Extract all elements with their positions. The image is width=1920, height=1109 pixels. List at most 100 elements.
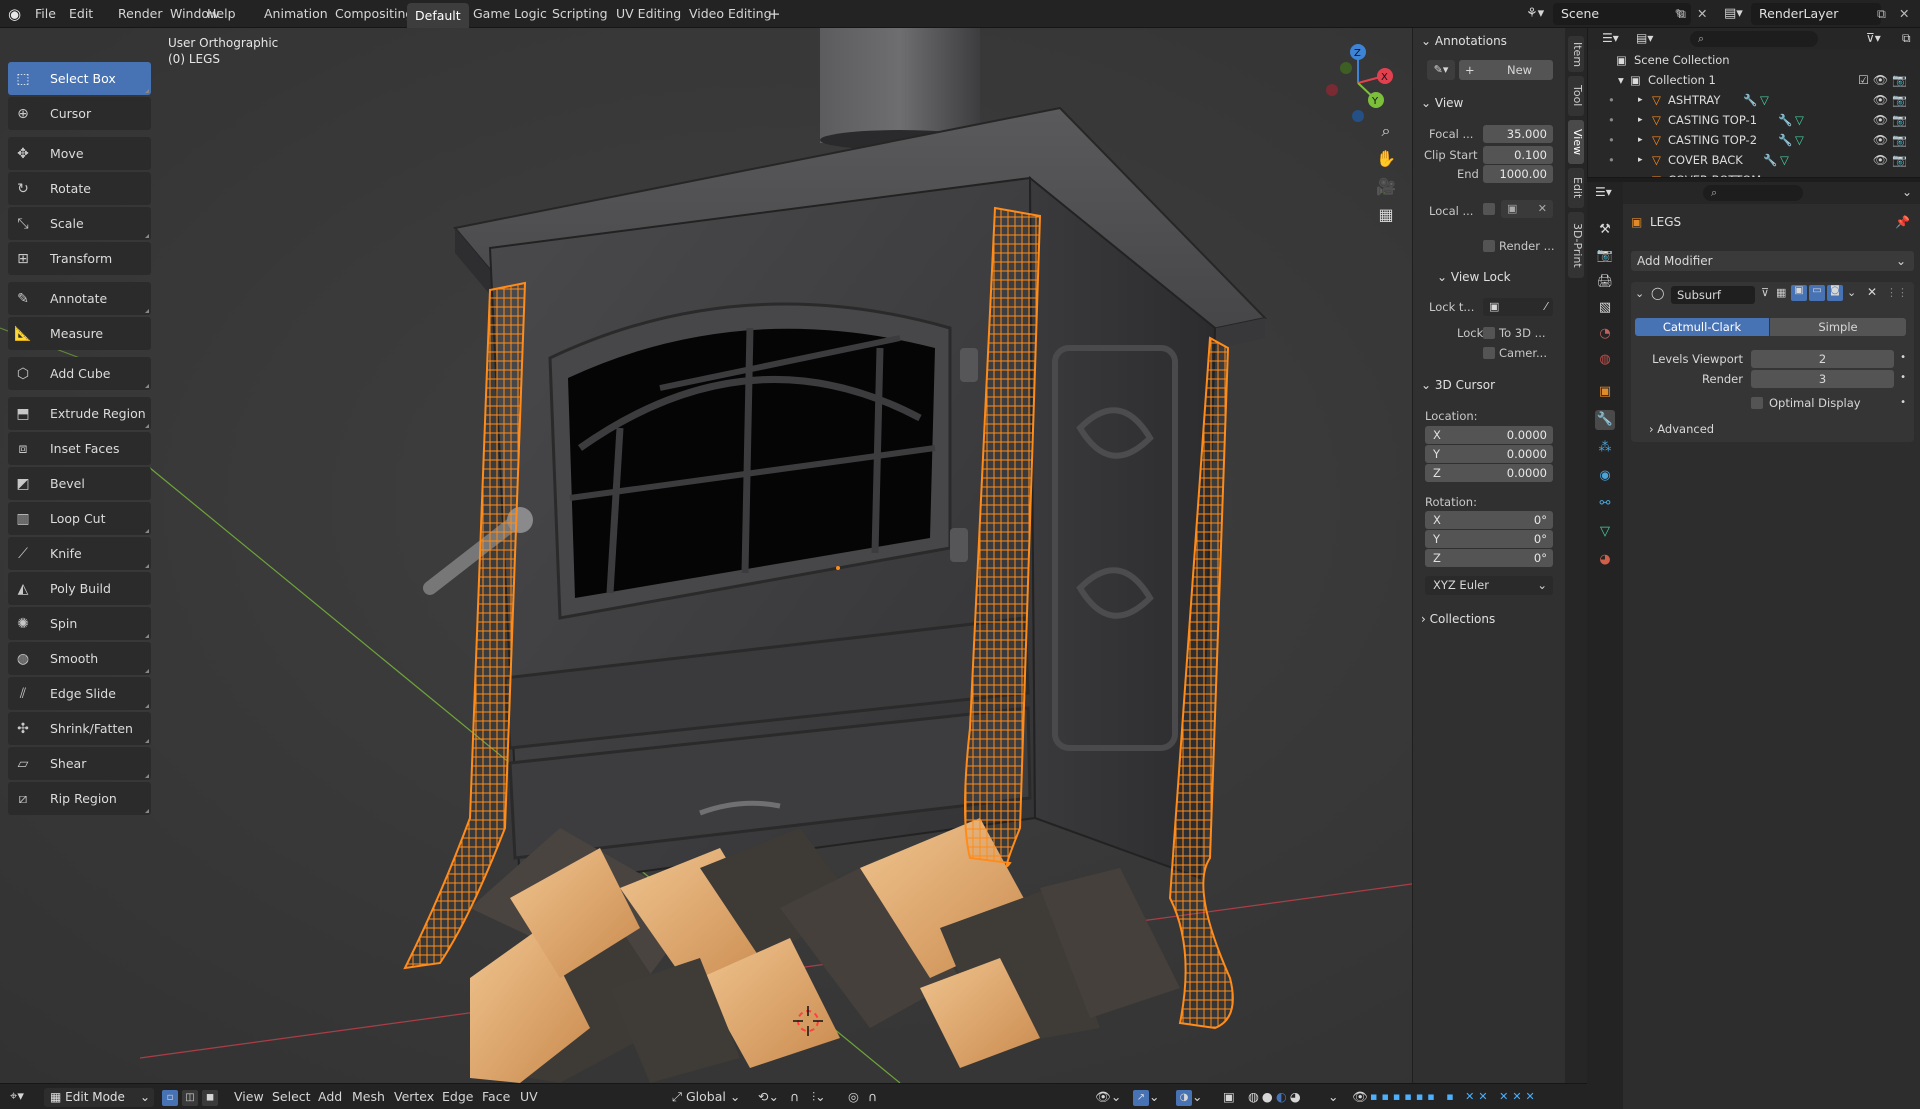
- expand-arrow-icon[interactable]: ▸: [1638, 90, 1643, 110]
- physics-properties-icon[interactable]: ◉: [1595, 466, 1615, 486]
- outliner-object-ashtray[interactable]: • ▸ ▽ ASHTRAY 🔧 ▽ 👁📷: [1588, 90, 1920, 110]
- menu-file[interactable]: File: [35, 0, 56, 28]
- new-scene-icon[interactable]: ⧉: [1677, 0, 1686, 28]
- object-visibility-icons[interactable]: 👁📷: [1873, 150, 1911, 170]
- outliner-object-casting-top-1[interactable]: • ▸ ▽ CASTING TOP-1 🔧 ▽ 👁📷: [1588, 110, 1920, 130]
- scene-properties-icon[interactable]: ◔: [1595, 324, 1615, 344]
- lock-camera-checkbox[interactable]: [1483, 347, 1495, 359]
- rotation-mode-dropdown[interactable]: XYZ Euler ⌄: [1425, 576, 1553, 595]
- tab-uv-editing[interactable]: UV Editing: [608, 0, 689, 28]
- modifier-properties-icon[interactable]: 🔧: [1595, 410, 1615, 430]
- zoom-icon[interactable]: ⌕: [1373, 118, 1399, 144]
- view-object-types-dropdown[interactable]: 👁⌄: [1095, 1084, 1121, 1109]
- editor-type-icon[interactable]: ☰▾: [1595, 185, 1612, 199]
- keyframe-dot-icon[interactable]: •: [1900, 352, 1906, 363]
- menu-mesh[interactable]: Mesh: [352, 1084, 385, 1109]
- keyframe-dot-icon[interactable]: •: [1900, 372, 1906, 383]
- cursor-rotation-z[interactable]: Z 0°: [1425, 549, 1553, 567]
- face-select-mode[interactable]: ◼: [202, 1084, 218, 1109]
- collapse-arrow-icon[interactable]: ▾: [1618, 70, 1624, 90]
- tab-animation[interactable]: Animation: [256, 0, 336, 28]
- proportional-edit-toggle[interactable]: ◎: [848, 1084, 859, 1109]
- tool-shear[interactable]: ▱ Shear: [8, 747, 151, 780]
- drag-handle-icon[interactable]: ⋮⋮: [1886, 286, 1908, 299]
- focal-length-field[interactable]: 35.000: [1483, 125, 1553, 143]
- local-camera-field[interactable]: ▣ ✕: [1501, 200, 1553, 218]
- view-lock-header[interactable]: ⌄ View Lock: [1437, 270, 1511, 284]
- eyedropper-icon[interactable]: ⁄: [1545, 298, 1547, 316]
- new-render-layer-icon[interactable]: ⧉: [1877, 0, 1886, 28]
- tab-video-editing[interactable]: Video Editing: [681, 0, 780, 28]
- render-properties-icon[interactable]: 📷: [1595, 246, 1615, 266]
- collection-visibility-icons[interactable]: ☑👁📷: [1858, 70, 1911, 90]
- collapse-arrow-icon[interactable]: ⌄: [1635, 287, 1644, 300]
- shading-options-dropdown[interactable]: ⌄: [1328, 1084, 1338, 1109]
- new-collection-icon[interactable]: ⧉: [1902, 31, 1911, 46]
- tool-bevel[interactable]: ◩ Bevel: [8, 467, 151, 500]
- status-keymap-icons[interactable]: ▪▪▪▪▪▪ ▪ ✕✕ ✕✕✕: [1370, 1084, 1539, 1109]
- tool-measure[interactable]: 📐 Measure: [8, 317, 151, 350]
- show-in-viewport-icon[interactable]: ▭: [1809, 285, 1825, 301]
- particles-properties-icon[interactable]: ⁂: [1595, 438, 1615, 458]
- annotations-header[interactable]: ⌄ Annotations: [1421, 34, 1507, 48]
- expand-arrow-icon[interactable]: ▸: [1638, 170, 1643, 177]
- tool-shrink-fatten[interactable]: ✣ Shrink/Fatten: [8, 712, 151, 745]
- tab-view[interactable]: View: [1568, 120, 1584, 164]
- tool-loop-cut[interactable]: ▥ Loop Cut: [8, 502, 151, 535]
- optimal-display-checkbox[interactable]: [1751, 397, 1763, 409]
- tool-annotate[interactable]: ✎ Annotate: [8, 282, 151, 315]
- xray-toggle[interactable]: ▣: [1223, 1084, 1235, 1109]
- snap-toggle[interactable]: ∩: [790, 1084, 799, 1109]
- chevron-down-icon[interactable]: ⌄: [1902, 185, 1912, 199]
- material-properties-icon[interactable]: ◕: [1595, 550, 1615, 570]
- material-preview-icon[interactable]: ◐: [1276, 1089, 1290, 1104]
- editor-type-icon[interactable]: ⌖▾: [10, 1084, 24, 1109]
- menu-help[interactable]: Help: [207, 0, 236, 28]
- properties-search-input[interactable]: ⌕: [1703, 185, 1803, 201]
- outliner-collection-1[interactable]: ▾ ▣ Collection 1 ☑👁📷: [1588, 70, 1920, 90]
- tool-move[interactable]: ✥ Move: [8, 137, 151, 170]
- mesh-data-icon[interactable]: ▽: [1780, 150, 1789, 170]
- menu-edge[interactable]: Edge: [442, 1084, 473, 1109]
- render-layer-selector-icon[interactable]: ▤▾: [1724, 0, 1743, 28]
- pin-icon[interactable]: 📌: [1895, 215, 1910, 229]
- display-mode-icon[interactable]: ▤▾: [1636, 31, 1653, 45]
- camera-view-icon[interactable]: 🎥: [1373, 174, 1399, 200]
- add-workspace-icon[interactable]: +: [768, 0, 781, 28]
- rendered-shading-icon[interactable]: ◕: [1290, 1089, 1304, 1104]
- scene-selector-icon[interactable]: ⚘▾: [1526, 0, 1544, 28]
- ortho-grid-icon[interactable]: ▦: [1373, 202, 1399, 228]
- tab-default[interactable]: Default: [407, 3, 469, 28]
- clip-start-field[interactable]: 0.100: [1483, 146, 1553, 164]
- tool-inset-faces[interactable]: ⧈ Inset Faces: [8, 432, 151, 465]
- constraints-properties-icon[interactable]: ⚯: [1595, 494, 1615, 514]
- modifier-wrench-icon[interactable]: 🔧: [1743, 90, 1757, 110]
- transform-orientation-dropdown[interactable]: ⤢ Global ⌄: [672, 1084, 740, 1109]
- menu-face[interactable]: Face: [482, 1084, 510, 1109]
- solid-shading-icon[interactable]: ●: [1262, 1089, 1276, 1104]
- filter-icon[interactable]: ⊽▾: [1866, 31, 1881, 45]
- tab-scripting[interactable]: Scripting: [544, 0, 616, 28]
- simple-button[interactable]: Simple: [1770, 318, 1906, 336]
- tool-knife[interactable]: ⟋ Knife: [8, 537, 151, 570]
- blender-logo-icon[interactable]: ◉: [8, 0, 21, 28]
- pivot-point-dropdown[interactable]: ⟲⌄: [758, 1084, 779, 1109]
- outliner-search-input[interactable]: ⌕: [1690, 31, 1818, 47]
- tool-cursor[interactable]: ⊕ Cursor: [8, 97, 151, 130]
- show-in-render-icon[interactable]: ◙: [1827, 285, 1843, 301]
- lock-to-3d-cursor-checkbox[interactable]: [1483, 327, 1495, 339]
- annotation-brush-icon[interactable]: ✎▾: [1427, 60, 1455, 80]
- outliner-object-cover-back[interactable]: • ▸ ▽ COVER BACK 🔧 ▽ 👁📷: [1588, 150, 1920, 170]
- annotation-new-button[interactable]: + New: [1459, 60, 1553, 80]
- tool-select-box[interactable]: ⬚ Select Box: [8, 62, 151, 95]
- outliner-object-casting-top-2[interactable]: • ▸ ▽ CASTING TOP-2 🔧 ▽ 👁📷: [1588, 130, 1920, 150]
- modifier-wrench-icon[interactable]: 🔧: [1778, 130, 1792, 150]
- outliner-scene-collection[interactable]: ▣ Scene Collection: [1588, 50, 1920, 70]
- expand-arrow-icon[interactable]: ▸: [1638, 150, 1643, 170]
- clip-end-field[interactable]: 1000.00: [1483, 165, 1553, 183]
- levels-viewport-field[interactable]: 2: [1751, 350, 1894, 368]
- menu-edit[interactable]: Edit: [69, 0, 93, 28]
- expand-arrow-icon[interactable]: ▸: [1638, 110, 1643, 130]
- tool-transform[interactable]: ⊞ Transform: [8, 242, 151, 275]
- advanced-subpanel-header[interactable]: › Advanced: [1649, 422, 1714, 436]
